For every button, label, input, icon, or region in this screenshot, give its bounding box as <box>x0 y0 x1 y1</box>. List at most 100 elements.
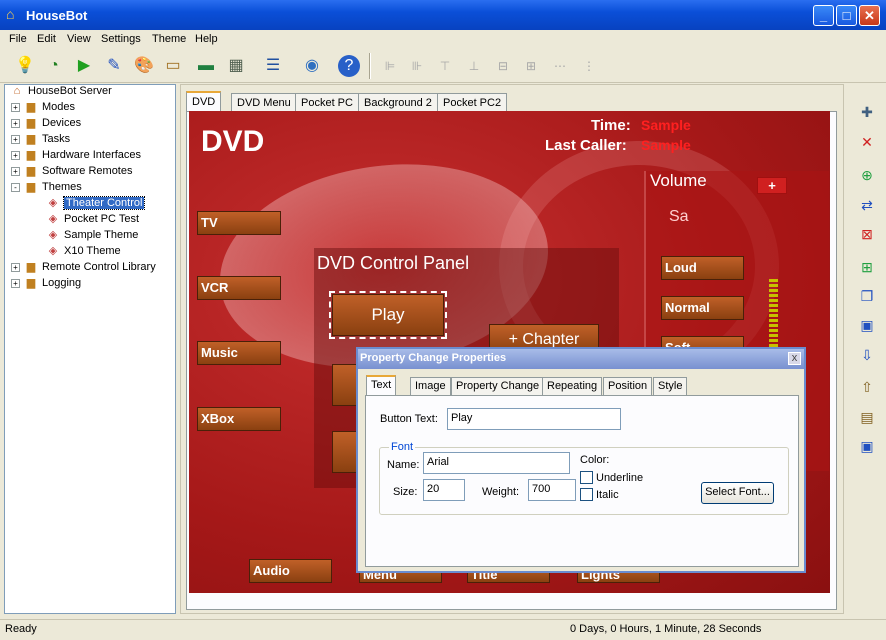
dialog-tab-property-change[interactable]: Property Change <box>451 377 545 396</box>
align-top-icon[interactable]: ⊤ <box>433 54 457 78</box>
audio-button[interactable]: Audio <box>249 559 332 583</box>
menu-help[interactable]: Help <box>195 33 218 45</box>
size-label: Size: <box>393 486 418 498</box>
remote-icon[interactable]: ▭ <box>161 54 185 78</box>
uptime-text: 0 Days, 0 Hours, 1 Minute, 28 Seconds <box>570 623 762 635</box>
add-button-icon[interactable]: ✚ <box>855 100 879 124</box>
menu-view[interactable]: View <box>67 33 91 45</box>
tree-item-x10-theme[interactable]: ◈ X10 Theme <box>45 243 121 259</box>
xbox-button[interactable]: XBox <box>197 407 281 431</box>
tree-item-themes[interactable]: - ▆ Themes <box>11 179 82 195</box>
tree-item-software-remotes[interactable]: + ▆ Software Remotes <box>11 163 132 179</box>
add-item-icon[interactable]: ⊕ <box>855 163 879 187</box>
disk-icon[interactable]: ▣ <box>855 434 879 458</box>
status-bar: Ready 0 Days, 0 Hours, 1 Minute, 28 Seco… <box>0 619 886 640</box>
volume-label: Volume <box>650 171 707 190</box>
menu-edit[interactable]: Edit <box>37 33 56 45</box>
export-icon[interactable]: ⇧ <box>855 375 879 399</box>
menu-bar: File Edit View Settings Theme Help <box>0 30 886 49</box>
italic-checkbox[interactable] <box>580 488 593 501</box>
folder-icon: ▆ <box>26 149 36 161</box>
remove-icon[interactable]: ⊠ <box>855 222 879 246</box>
dialog-tab-repeating[interactable]: Repeating <box>542 377 603 396</box>
tree-item-pocket-pc-test[interactable]: ◈ Pocket PC Test <box>45 211 139 227</box>
normal-button[interactable]: Normal <box>661 296 744 320</box>
menu-theme[interactable]: Theme <box>152 33 186 45</box>
vcr-button[interactable]: VCR <box>197 276 281 300</box>
dialog-close-button[interactable]: x <box>788 352 801 365</box>
tab-dvd-menu[interactable]: DVD Menu <box>231 93 297 112</box>
dialog-tab-image[interactable]: Image <box>410 377 451 396</box>
tree-item-devices[interactable]: + ▆ Devices <box>11 115 81 131</box>
edit-icon[interactable]: ✎ <box>102 54 126 78</box>
play-icon[interactable]: ▶ <box>72 54 96 78</box>
properties-icon[interactable]: ▤ <box>855 405 879 429</box>
tree-item-remote-control-library[interactable]: + ▆ Remote Control Library <box>11 259 156 275</box>
new-icon[interactable]: ⊞ <box>855 255 879 279</box>
font-name-input[interactable]: Arial <box>423 452 570 474</box>
maximize-button[interactable]: □ <box>836 5 857 26</box>
time-value[interactable]: Sample <box>641 117 691 133</box>
menu-settings[interactable]: Settings <box>101 33 141 45</box>
close-button[interactable]: ✕ <box>859 5 880 26</box>
hardware-icon[interactable]: ▬ <box>194 54 218 78</box>
menu-file[interactable]: File <box>9 33 27 45</box>
tab-dvd[interactable]: DVD <box>186 91 222 113</box>
tab-background-2[interactable]: Background 2 <box>358 93 438 112</box>
align-right-icon[interactable]: ⊪ <box>405 54 429 78</box>
align-left-icon[interactable]: ⊫ <box>378 54 402 78</box>
tree-item-modes[interactable]: + ▆ Modes <box>11 99 75 115</box>
underline-checkbox[interactable] <box>580 471 593 484</box>
center-vertical-icon[interactable]: ⊞ <box>519 54 543 78</box>
tab-pocket-pc2[interactable]: Pocket PC2 <box>437 93 508 112</box>
space-horizontal-icon[interactable]: ⋯ <box>548 54 572 78</box>
properties-icon[interactable]: ☰ <box>261 54 285 78</box>
folder-icon: ▆ <box>26 165 36 177</box>
tree-item-theater-control[interactable]: ◈ Theater Control <box>45 195 146 211</box>
calculator-icon[interactable]: ▦ <box>224 54 248 78</box>
music-button[interactable]: Music <box>197 341 281 365</box>
import-icon[interactable]: ⇩ <box>855 343 879 367</box>
network-icon[interactable]: ◉ <box>300 54 324 78</box>
tree-item-logging[interactable]: + ▆ Logging <box>11 275 81 291</box>
theme-icon[interactable]: 🎨 <box>132 54 156 78</box>
dialog-tab-text[interactable]: Text <box>366 375 397 397</box>
space-vertical-icon[interactable]: ⋮ <box>577 54 601 78</box>
tv-button[interactable]: TV <box>197 211 281 235</box>
minimize-button[interactable]: _ <box>813 5 834 26</box>
clock-icon[interactable]: ◔ <box>42 54 66 78</box>
folder-icon: ▆ <box>26 277 36 289</box>
theme-icon: ◈ <box>48 229 58 241</box>
copy-icon[interactable]: ❐ <box>855 284 879 308</box>
tree-view: ⌂ HouseBot Server + ▆ Modes + ▆ Devices + ▆ Tas… <box>4 84 176 614</box>
last-caller-value[interactable]: Sample <box>641 137 691 153</box>
dialog-tab-position[interactable]: Position <box>603 377 653 396</box>
align-bottom-icon[interactable]: ⊥ <box>462 54 486 78</box>
dialog-tab-style[interactable]: Style <box>653 377 688 396</box>
tree-item-hardware-interfaces[interactable]: + ▆ Hardware Interfaces <box>11 147 141 163</box>
help-icon[interactable]: ? <box>338 55 360 77</box>
save-icon[interactable]: ▣ <box>855 313 879 337</box>
delete-icon[interactable]: ✕ <box>855 130 879 154</box>
select-font-button[interactable]: Select Font... <box>701 482 774 504</box>
color-label: Color: <box>580 454 610 466</box>
move-icon[interactable]: ⇄ <box>855 193 879 217</box>
tree-root[interactable]: ⌂ HouseBot Server <box>9 83 112 99</box>
volume-plus-button[interactable]: + <box>757 177 787 194</box>
font-weight-input[interactable]: 700 <box>528 479 576 501</box>
tree-item-sample-theme[interactable]: ◈ Sample Theme <box>45 227 139 243</box>
center-horizontal-icon[interactable]: ⊟ <box>491 54 515 78</box>
name-label: Name: <box>387 459 420 471</box>
lightbulb-icon[interactable]: 💡 <box>13 54 37 78</box>
dialog-title: Property Change Properties <box>358 349 804 369</box>
font-size-input[interactable]: 20 <box>423 479 465 501</box>
house-icon: ⌂ <box>6 6 15 22</box>
underline-label: Underline <box>596 472 644 484</box>
tree-item-tasks[interactable]: + ▆ Tasks <box>11 131 70 147</box>
tab-pocket-pc[interactable]: Pocket PC <box>295 93 359 112</box>
play-button[interactable]: Play <box>329 291 447 339</box>
italic-label: Italic <box>596 489 619 501</box>
last-caller-label: Last Caller: <box>545 137 627 154</box>
button-text-input[interactable]: Play <box>447 408 621 430</box>
loud-button[interactable]: Loud <box>661 256 744 280</box>
